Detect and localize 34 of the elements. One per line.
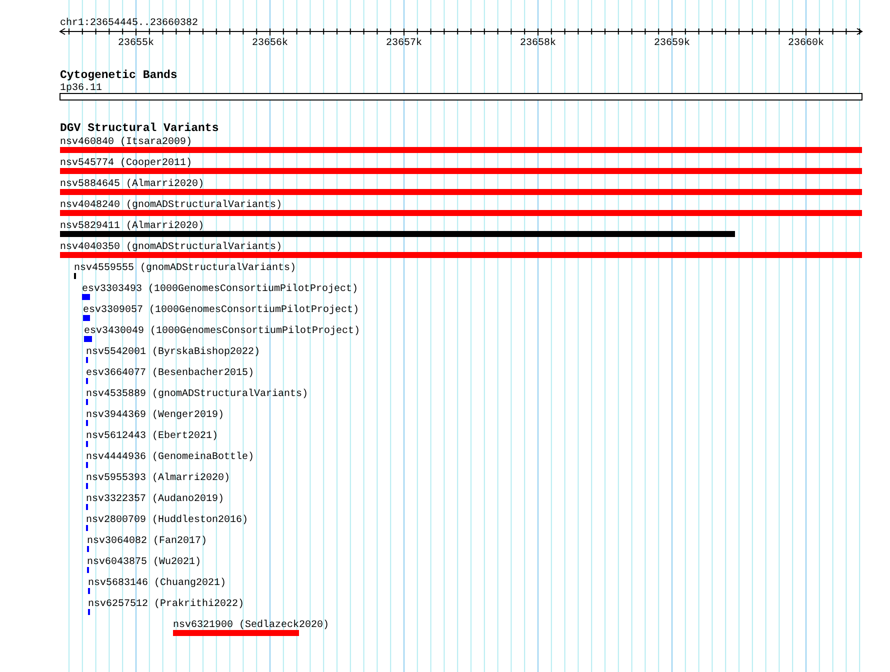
variant-label: nsv4048240 (gnomADStructuralVariants) [60, 200, 282, 211]
track-title: Cytogenetic Bands [60, 69, 178, 82]
genomic-range: chr1:23654445..23660382 [60, 18, 198, 29]
variant-label: nsv6257512 (Prakrithi2022) [88, 599, 244, 610]
tick-label: 23660k [788, 38, 824, 49]
variant-label: nsv5612443 (Ebert2021) [86, 431, 218, 442]
variant-label: esv3664077 (Besenbacher2015) [86, 368, 254, 379]
variant-label: nsv3322357 (Audano2019) [86, 494, 224, 505]
variant-label: nsv3064082 (Fan2017) [87, 536, 208, 547]
tick-label: 23657k [386, 38, 422, 49]
variant-label: esv3309057 (1000GenomesConsortiumPilotProject) [83, 305, 360, 316]
tick-label: 23659k [654, 38, 690, 49]
variant-label: nsv2800709 (Huddleston2016) [86, 515, 248, 526]
variant-label: nsv5683146 (Chuang2021) [88, 578, 226, 589]
variant-label: nsv6321900 (Sedlazeck2020) [173, 620, 330, 631]
tick-label: 23658k [520, 38, 556, 49]
tick-label: 23656k [252, 38, 288, 49]
variant-label: nsv5884645 (Almarri2020) [60, 179, 204, 190]
band-label: 1p36.11 [60, 83, 102, 94]
variant-label: nsv4535889 (gnomADStructuralVariants) [86, 389, 308, 400]
track-title: DGV Structural Variants [60, 122, 219, 135]
variant-label: esv3430049 (1000GenomesConsortiumPilotProject) [84, 326, 360, 337]
variant-label: nsv5955393 (Almarri2020) [86, 473, 230, 484]
variant-label: nsv4559555 (gnomADStructuralVariants) [74, 263, 296, 274]
variant-label: nsv545774 (Cooper2011) [60, 158, 192, 169]
variant-label: nsv3944369 (Wenger2019) [86, 410, 224, 421]
variant-label: nsv4444936 (GenomeinaBottle) [86, 452, 254, 463]
variant-label: nsv6043875 (Wu2021) [87, 557, 202, 568]
variant-label: esv3303493 (1000GenomesConsortiumPilotProject) [82, 284, 358, 295]
variant-label: nsv460840 (Itsara2009) [60, 137, 192, 148]
variant-label: nsv4040350 (gnomADStructuralVariants) [60, 242, 282, 253]
variant-label: nsv5542001 (ByrskaBishop2022) [86, 347, 260, 358]
variant-label: nsv5829411 (Almarri2020) [60, 221, 204, 232]
tick-label: 23655k [118, 38, 154, 49]
